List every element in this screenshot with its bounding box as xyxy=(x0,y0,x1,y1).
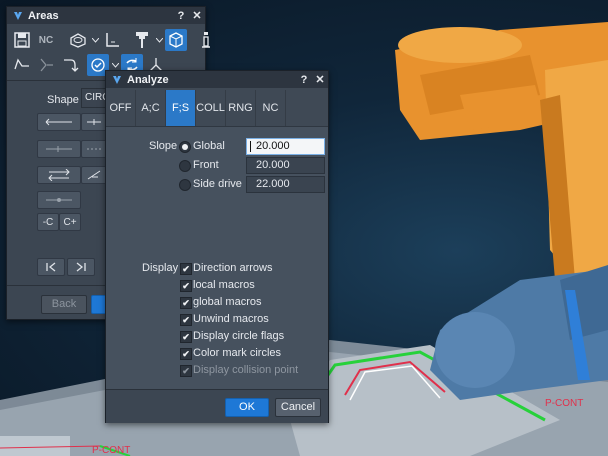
info-icon xyxy=(202,32,210,48)
swap-arrows-icon xyxy=(48,169,70,181)
cube-icon xyxy=(169,32,183,48)
color-mark-circles-label: Color mark circles xyxy=(193,347,282,359)
cube-view-button[interactable] xyxy=(165,29,187,51)
tab-a-c[interactable]: A;C xyxy=(136,90,166,126)
nc-button-label: NC xyxy=(38,34,54,46)
first-button[interactable] xyxy=(37,258,65,276)
local-macros-checkbox[interactable]: ✔ xyxy=(180,280,192,292)
arrow-double-line-icon xyxy=(46,146,72,152)
tool-dropdown-button[interactable] xyxy=(155,29,163,51)
slope-side-drive-radio[interactable] xyxy=(179,179,191,191)
tab-off[interactable]: OFF xyxy=(106,90,136,126)
arrow-left-line-icon xyxy=(45,118,72,126)
slope-global-input[interactable]: 20.000 xyxy=(246,138,325,155)
global-macros-label: global macros xyxy=(193,296,262,308)
analyze-icon xyxy=(91,58,105,72)
slope-side-drive-label: Side drive xyxy=(193,178,242,190)
tool-icon xyxy=(136,32,148,48)
slope-label: Slope xyxy=(149,140,178,152)
slope-front-label: Front xyxy=(193,159,219,171)
analyze-close-button[interactable]: ✕ xyxy=(312,73,328,86)
save-button[interactable] xyxy=(11,29,33,51)
slope-global-label: Global xyxy=(193,140,225,152)
analyze-content: Slope Global 20.000 Front 20.000 Side dr… xyxy=(106,126,328,390)
direction-arrows-checkbox[interactable]: ✔ xyxy=(180,263,192,275)
trim-button[interactable] xyxy=(81,166,107,184)
line-mid-right-button[interactable] xyxy=(81,140,107,158)
arrow-tick-icon xyxy=(87,119,101,125)
analyze-titlebar[interactable]: Analyze ? ✕ xyxy=(106,71,328,88)
point-line-icon xyxy=(46,198,72,202)
minus-c-button[interactable]: -C xyxy=(37,213,59,231)
axis-button[interactable] xyxy=(101,29,123,51)
analyze-dialog: Analyze ? ✕ OFF A;C F;S COLL RNG NC Slop… xyxy=(105,70,329,423)
analyze-title: Analyze xyxy=(127,73,169,86)
nc-button[interactable]: NC xyxy=(35,29,57,51)
contour-label-left: P-CONT xyxy=(92,445,130,456)
plus-c-button[interactable]: C+ xyxy=(59,213,81,231)
display-collision-point-label: Display collision point xyxy=(193,364,299,376)
last-button[interactable] xyxy=(67,258,95,276)
display-collision-point-checkbox: ✔ xyxy=(180,365,192,377)
areas-toolbar-row-1: NC xyxy=(11,29,217,53)
analyze-tabs: OFF A;C F;S COLL RNG NC xyxy=(106,90,286,126)
trim-icon xyxy=(87,170,101,180)
save-icon xyxy=(14,32,30,48)
path-start-button[interactable] xyxy=(11,54,33,76)
view-dropdown-button[interactable] xyxy=(91,29,99,51)
path-start-icon xyxy=(14,58,29,70)
line-right-button[interactable] xyxy=(81,113,107,131)
local-macros-label: local macros xyxy=(193,279,255,291)
app-logo-icon xyxy=(113,75,121,84)
analyze-footer: OK Cancel xyxy=(106,389,328,423)
areas-help-button[interactable]: ? xyxy=(173,10,189,22)
back-button[interactable]: Back xyxy=(41,295,87,314)
app-logo-icon xyxy=(14,11,22,20)
slope-front-radio[interactable] xyxy=(179,160,191,172)
cancel-button[interactable]: Cancel xyxy=(275,398,321,417)
path-down-icon xyxy=(40,58,53,72)
shape-label: Shape xyxy=(47,94,79,106)
display-label: Display xyxy=(142,262,179,274)
areas-close-button[interactable]: ✕ xyxy=(189,9,205,22)
analyze-help-button[interactable]: ? xyxy=(296,74,312,86)
path-turn-button[interactable] xyxy=(59,54,81,76)
view-eye-icon xyxy=(70,33,86,48)
display-circle-flags-label: Display circle flags xyxy=(193,330,285,342)
slope-front-input[interactable]: 20.000 xyxy=(246,157,325,174)
tool-button[interactable] xyxy=(131,29,153,51)
path-turn-icon xyxy=(64,59,79,72)
areas-title: Areas xyxy=(28,9,59,22)
chevron-down-icon xyxy=(91,37,99,43)
skip-last-icon xyxy=(76,262,86,272)
line-left-button[interactable] xyxy=(37,113,81,131)
view-button[interactable] xyxy=(67,29,89,51)
slope-side-drive-input[interactable]: 22.000 xyxy=(246,176,325,193)
global-macros-checkbox[interactable]: ✔ xyxy=(180,297,192,309)
tab-rng[interactable]: RNG xyxy=(226,90,256,126)
ok-button[interactable]: OK xyxy=(225,398,269,417)
chevron-down-icon xyxy=(111,62,119,68)
display-circle-flags-checkbox[interactable]: ✔ xyxy=(180,331,192,343)
dash-line-icon xyxy=(87,148,101,150)
point-line-button[interactable] xyxy=(37,191,81,209)
axis-icon xyxy=(106,33,119,47)
tab-nc[interactable]: NC xyxy=(256,90,286,126)
swap-direction-button[interactable] xyxy=(37,166,81,184)
slope-global-radio[interactable] xyxy=(179,141,191,153)
unwind-macros-label: Unwind macros xyxy=(193,313,269,325)
skip-first-icon xyxy=(46,262,56,272)
line-mid-left-button[interactable] xyxy=(37,140,81,158)
contour-label-right: P-CONT xyxy=(545,398,583,409)
tab-coll[interactable]: COLL xyxy=(196,90,226,126)
tab-f-s[interactable]: F;S xyxy=(166,90,196,126)
unwind-macros-checkbox[interactable]: ✔ xyxy=(180,314,192,326)
chevron-down-icon xyxy=(155,37,163,43)
color-mark-circles-checkbox[interactable]: ✔ xyxy=(180,348,192,360)
areas-titlebar[interactable]: Areas ? ✕ xyxy=(7,7,205,24)
path-down-button[interactable] xyxy=(35,54,57,76)
info-button[interactable] xyxy=(195,29,217,51)
direction-arrows-label: Direction arrows xyxy=(193,262,273,274)
